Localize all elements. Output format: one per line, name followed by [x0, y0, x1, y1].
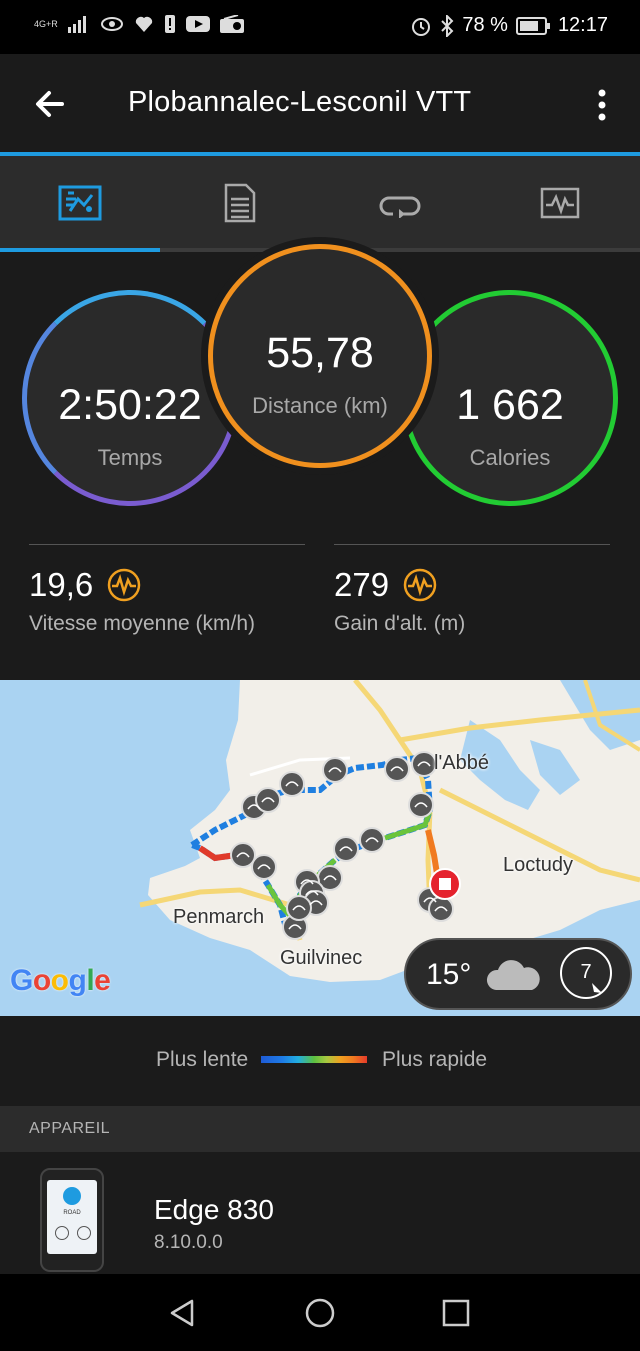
- status-bar: 4G+R 78 % 12:17: [0, 0, 640, 54]
- route-map[interactable]: l'Abbé Loctudy Penmarch Guilvinec Google…: [0, 680, 640, 1016]
- network-type: 4G+R: [34, 19, 58, 29]
- bluetooth-icon: [441, 14, 454, 37]
- google-logo: Google: [10, 964, 111, 997]
- youtube-icon: [185, 16, 210, 32]
- system-nav-bar: [0, 1274, 640, 1351]
- map-label-guilvinec: Guilvinec: [280, 947, 363, 969]
- device-screen-label: ROAD: [63, 1210, 81, 1216]
- divider: [29, 544, 305, 545]
- speed-gradient-bar: [261, 1056, 367, 1063]
- finish-marker-stop: [439, 878, 451, 890]
- document-icon: [224, 183, 256, 223]
- app-bar: Plobannalec-Lesconil VTT: [0, 54, 640, 154]
- avg-speed-label: Vitesse moyenne (km/h): [29, 612, 256, 635]
- speed-legend: Plus lente Plus rapide: [0, 1016, 640, 1106]
- calories-label: Calories: [469, 445, 551, 470]
- device-screen-icon: [63, 1187, 81, 1205]
- time-metric: 2:50:22 Temps: [22, 290, 238, 506]
- page-title: Plobannalec-Lesconil VTT: [128, 86, 472, 118]
- activity-pulse-icon: [107, 568, 141, 602]
- map-label-loctudy: Loctudy: [503, 854, 574, 876]
- chart-icon: [540, 187, 580, 219]
- avg-speed-stat: 19,6: [29, 566, 141, 604]
- cloud-icon: [486, 960, 540, 990]
- elev-gain-label: Gain d'alt. (m): [334, 612, 466, 635]
- nav-back-icon[interactable]: [168, 1298, 198, 1328]
- metrics-panel: 2:50:22 Temps 1 662 Calories 55,78 Dista…: [0, 244, 640, 680]
- nav-recents-icon[interactable]: [442, 1299, 470, 1327]
- tab-charts[interactable]: [480, 156, 640, 250]
- avg-speed-value: 19,6: [29, 566, 94, 603]
- distance-metric: 55,78 Distance (km): [208, 244, 432, 468]
- device-image: ROAD: [40, 1168, 104, 1272]
- nav-home-icon[interactable]: [304, 1297, 336, 1329]
- loop-icon: [379, 196, 421, 218]
- more-options-icon[interactable]: [592, 88, 612, 122]
- radio-icon: [219, 15, 244, 33]
- tab-overview[interactable]: [0, 156, 160, 250]
- map-label-labbe: l'Abbé: [434, 752, 489, 774]
- weather-widget[interactable]: 15° 7: [404, 938, 632, 1010]
- tab-bar: [0, 156, 640, 250]
- legend-fast-label: Plus rapide: [382, 1048, 488, 1071]
- status-icons-left: 4G+R: [34, 14, 244, 34]
- battery-icon: [515, 16, 550, 35]
- status-icons-right: 78 % 12:17: [410, 14, 608, 37]
- elev-gain-value: 279: [334, 566, 390, 603]
- distance-value: 55,78: [266, 329, 374, 377]
- signal-icon: [67, 16, 86, 33]
- land-area: [148, 680, 640, 982]
- elev-gain-stat: 279: [334, 566, 437, 604]
- notification-icon: [164, 15, 175, 33]
- eye-icon: [100, 17, 123, 31]
- alarm-icon: [412, 17, 431, 36]
- calories-metric: 1 662 Calories: [402, 290, 618, 506]
- activity-pulse-icon: [403, 568, 437, 602]
- section-header-label: APPAREIL: [29, 1120, 111, 1137]
- time-value: 2:50:22: [58, 381, 202, 429]
- legend-slow-label: Plus lente: [156, 1048, 249, 1071]
- calories-value: 1 662: [456, 381, 564, 429]
- clock: 12:17: [557, 14, 608, 36]
- device-row[interactable]: ROAD Edge 830 8.10.0.0: [0, 1152, 640, 1274]
- time-label: Temps: [97, 445, 163, 470]
- overview-icon: [58, 185, 102, 221]
- distance-label: Distance (km): [252, 393, 388, 418]
- health-icon: [135, 16, 152, 32]
- battery-percent: 78 %: [462, 14, 508, 36]
- wind-direction-icon: [592, 983, 602, 993]
- device-name: Edge 830: [154, 1194, 274, 1225]
- tab-details[interactable]: [160, 156, 320, 250]
- device-version: 8.10.0.0: [154, 1232, 223, 1253]
- weather-temperature: 15°: [426, 958, 472, 991]
- back-arrow-icon[interactable]: [32, 86, 68, 122]
- wind-indicator: 7: [560, 947, 612, 999]
- divider: [334, 544, 610, 545]
- device-section-header: APPAREIL: [0, 1106, 640, 1152]
- map-label-penmarch: Penmarch: [173, 906, 265, 928]
- tab-laps[interactable]: [320, 156, 480, 250]
